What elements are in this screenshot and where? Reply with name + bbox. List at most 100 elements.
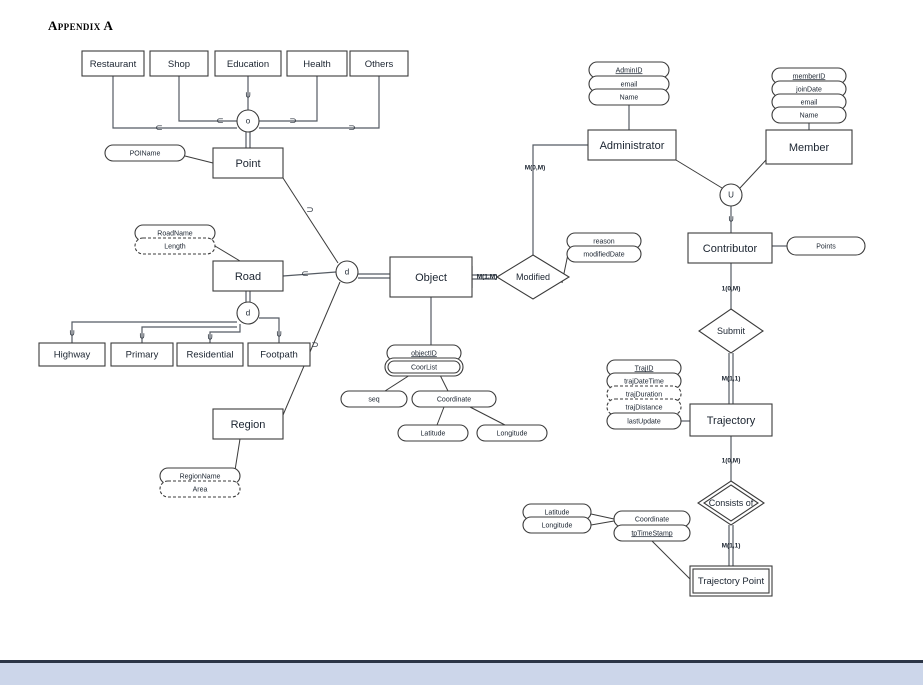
entity-restaurant[interactable]: Restaurant	[81, 50, 145, 77]
attribute-seq: seq	[340, 390, 408, 408]
attribute-label: email	[801, 99, 818, 106]
viewer-chrome	[0, 660, 923, 685]
entity-health[interactable]: Health	[286, 50, 348, 77]
entity-label: Primary	[126, 350, 159, 361]
attribute-points: Points	[786, 236, 866, 256]
relationship-consists-of[interactable]: Consists of	[697, 480, 765, 526]
subset-icon-primary: ∪	[139, 332, 146, 342]
line-admin-union	[675, 159, 723, 189]
entity-trajectory-point[interactable]: Trajectory Point	[689, 565, 773, 597]
screenshot-root: Appendix A ⊂ ⊂ ∪ ⊃ ⊃ ⊃ ⊂ ∪ ∪ ∪ ∪ ⊃ ∪ Res…	[0, 0, 923, 685]
attribute-area: Area	[159, 480, 241, 498]
subset-icon-highway: ∪	[69, 329, 76, 339]
line-shop-hub	[178, 76, 237, 122]
line-coordinate-longitude	[469, 406, 506, 426]
cardinality-layer: M(0,M) M(1,M) 1(0,M) M(1,1) 1(0,M) M(1,1…	[477, 165, 741, 550]
entity-administrator[interactable]: Administrator	[587, 129, 677, 161]
attribute-label: TrajID	[635, 365, 654, 372]
attribute-coorlist: CoorList	[384, 357, 464, 377]
subset-icon-others: ⊃	[348, 124, 356, 134]
entity-label: Residential	[187, 350, 234, 361]
attribute-label: trajDuration	[626, 391, 662, 398]
entity-label: Contributor	[703, 243, 758, 255]
entity-label: Member	[789, 142, 830, 154]
subset-icon-road: ⊂	[301, 270, 309, 280]
entity-region[interactable]: Region	[212, 408, 284, 440]
attribute-longitude-trajpoint: Longitude	[522, 516, 592, 534]
cardinality-label: 1(0,M)	[722, 458, 741, 465]
relationship-label: Submit	[717, 326, 746, 336]
attribute-label: seq	[368, 396, 379, 403]
entity-footpath[interactable]: Footpath	[247, 342, 311, 367]
cardinality-label: M(1,1)	[722, 376, 741, 383]
circle-symbol: d	[345, 268, 349, 277]
attribute-label: memberID	[793, 73, 826, 80]
attribute-label: tpTimeStamp	[631, 530, 672, 537]
relationship-modified[interactable]: Modified	[495, 254, 571, 300]
circle-symbol: d	[246, 309, 250, 318]
attribute-admin-name: Name	[588, 88, 670, 106]
attribute-label: trajDateTime	[624, 378, 664, 385]
subset-icon-education: ∪	[245, 91, 252, 101]
attribute-poiname: POIName	[104, 144, 186, 162]
entity-member[interactable]: Member	[765, 129, 853, 165]
entity-label: Shop	[168, 59, 190, 70]
entity-education[interactable]: Education	[214, 50, 282, 77]
attribute-label: AdminID	[616, 67, 643, 74]
attribute-length: Length	[134, 237, 216, 255]
entity-trajectory[interactable]: Trajectory	[689, 403, 773, 437]
entity-label: Trajectory	[707, 415, 756, 427]
attribute-label: CoorList	[411, 364, 437, 371]
entity-contributor[interactable]: Contributor	[687, 232, 773, 264]
entity-label: Others	[365, 59, 394, 70]
attribute-label: Longitude	[542, 522, 573, 529]
entity-residential[interactable]: Residential	[176, 342, 244, 367]
attribute-label: reason	[593, 238, 615, 245]
subset-icon-residential: ∪	[207, 333, 214, 343]
entity-shop[interactable]: Shop	[149, 50, 209, 77]
cardinality-label: M(1,1)	[722, 543, 741, 550]
line-trajpoint-attrs	[651, 540, 693, 582]
entity-label: Education	[227, 59, 269, 70]
relationship-label: Consists of	[709, 498, 754, 508]
entity-point[interactable]: Point	[212, 147, 284, 179]
subset-icon-footpath: ∪	[276, 330, 283, 340]
attribute-label: joinDate	[795, 86, 822, 93]
relationship-submit[interactable]: Submit	[698, 308, 764, 354]
line-member-union	[739, 159, 767, 189]
cardinality-label: M(0,M)	[525, 165, 546, 172]
attribute-label: Length	[164, 243, 186, 250]
attribute-label: Latitude	[545, 509, 570, 516]
attribute-label: Latitude	[421, 430, 446, 437]
attribute-label: email	[621, 81, 638, 88]
union-circle-user: U	[719, 183, 743, 207]
attribute-label: RoadName	[157, 230, 193, 237]
circle-symbol: o	[246, 117, 251, 126]
subset-icon-region: ⊃	[311, 341, 319, 351]
attribute-label: Longitude	[497, 430, 528, 437]
entity-label: Object	[415, 272, 447, 284]
line-roadattr-road	[214, 245, 241, 262]
attribute-label: Area	[193, 486, 208, 493]
attribute-label: Coordinate	[437, 396, 471, 403]
subset-icon-shop: ⊂	[216, 117, 224, 127]
attribute-label: RegionName	[180, 473, 221, 480]
attribute-label: Points	[816, 243, 836, 250]
line-poiname-point	[184, 155, 214, 164]
entity-highway[interactable]: Highway	[38, 342, 106, 367]
attribute-label: objectID	[411, 350, 437, 357]
entity-label: Footpath	[260, 350, 298, 361]
attribute-label: lastUpdate	[627, 418, 661, 425]
subset-icon-health: ⊃	[289, 117, 297, 127]
line-road-objectspec	[282, 271, 337, 277]
entity-object[interactable]: Object	[389, 256, 473, 298]
attribute-tptimestamp: tpTimeStamp	[613, 524, 691, 542]
attribute-label: modifiedDate	[583, 251, 624, 258]
attribute-latitude-object: Latitude	[397, 424, 469, 442]
entity-others[interactable]: Others	[349, 50, 409, 77]
entity-label: Region	[231, 419, 266, 431]
attribute-coordinate-object: Coordinate	[411, 390, 497, 408]
entity-road[interactable]: Road	[212, 260, 284, 292]
attribute-label: POIName	[130, 150, 161, 157]
entity-primary[interactable]: Primary	[110, 342, 174, 367]
